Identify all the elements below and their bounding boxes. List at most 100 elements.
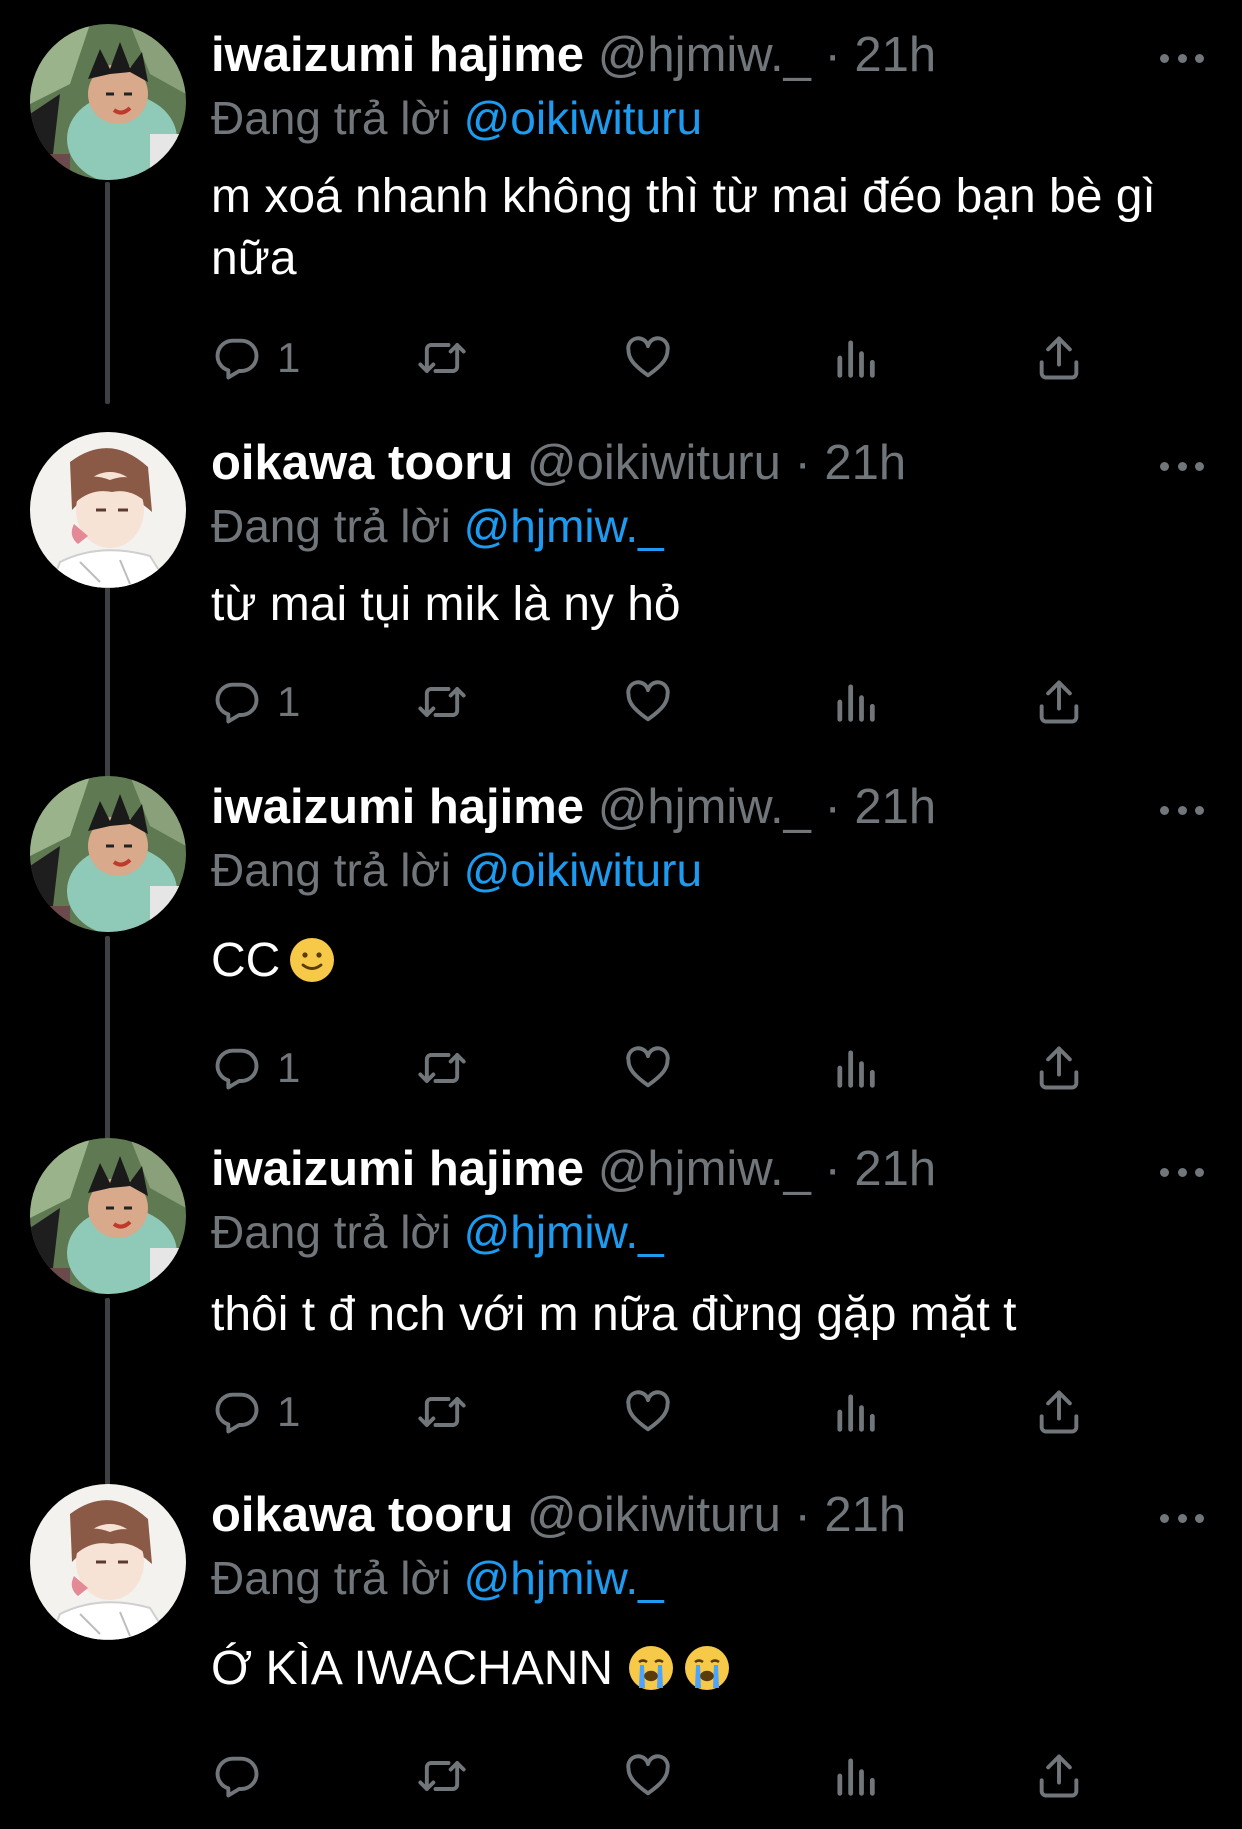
user-handle[interactable]: @hjmiw._ [598,28,811,82]
slightly-smiling-face-emoji [288,936,336,984]
replying-to-label: Đang trả lời [211,92,451,144]
more-options-icon[interactable] [1160,1508,1204,1528]
timestamp[interactable]: 21h [854,1142,936,1196]
avatar[interactable] [30,1138,186,1294]
reply-icon [211,332,263,384]
retweet-icon [416,1386,468,1438]
tweet-text: từ mai tụi mik là ny hỏ [211,578,681,631]
tweet[interactable]: iwaizumi hajime @hjmiw._ · 21h Đang trả … [0,1114,1242,1460]
timestamp[interactable]: 21h [854,28,936,82]
share-button[interactable] [1033,1038,1085,1098]
replying-to-link[interactable]: @oikiwituru [464,844,702,896]
views-button[interactable] [829,672,881,732]
more-options-icon[interactable] [1160,800,1204,820]
heart-icon [622,1750,674,1802]
retweet-icon [416,1042,468,1094]
reply-count: 1 [277,1044,301,1091]
retweet-icon [416,332,468,384]
reply-thread: iwaizumi hajime @hjmiw._ · 21h Đang trả … [0,0,1242,1829]
display-name[interactable]: iwaizumi hajime [211,1142,584,1196]
tweet-text: Ớ KÌA IWACHANN [211,1642,614,1695]
avatar[interactable] [30,24,186,180]
tweet[interactable]: iwaizumi hajime @hjmiw._ · 21h Đang trả … [0,0,1242,404]
tweet[interactable]: oikawa tooru @oikiwituru · 21h Đang trả … [0,408,1242,752]
retweet-icon [416,676,468,728]
user-handle[interactable]: @oikiwituru [527,1488,781,1542]
like-button[interactable] [622,1038,674,1098]
views-button[interactable] [829,1038,881,1098]
reply-icon [211,1386,263,1438]
views-button[interactable] [829,1382,881,1442]
like-button[interactable] [622,1746,674,1806]
user-handle[interactable]: @oikiwituru [527,436,781,490]
more-options-icon[interactable] [1160,1162,1204,1182]
retweet-button[interactable] [416,1038,468,1098]
timestamp[interactable]: 21h [854,780,936,834]
loudly-crying-face-emoji [627,1644,675,1692]
views-icon [829,1042,881,1094]
views-button[interactable] [829,328,881,388]
avatar[interactable] [30,1484,186,1640]
separator: · [794,1488,811,1542]
display-name[interactable]: oikawa tooru [211,436,513,490]
heart-icon [622,1042,674,1094]
retweet-button[interactable] [416,1382,468,1442]
tweet-text: CC [211,934,281,987]
display-name[interactable]: oikawa tooru [211,1488,513,1542]
replying-to-link[interactable]: @oikiwituru [464,92,702,144]
share-button[interactable] [1033,1382,1085,1442]
share-button[interactable] [1033,672,1085,732]
share-button[interactable] [1033,328,1085,388]
like-button[interactable] [622,672,674,732]
replying-to: Đang trả lời @hjmiw._ [211,496,664,556]
tweet-text: thôi t đ nch với m nữa đừng gặp mặt t [211,1288,1017,1341]
reply-button[interactable]: 1 [211,672,300,732]
tweet-text-container: Ớ KÌA IWACHANN [211,1638,1161,1700]
views-icon [829,1386,881,1438]
display-name[interactable]: iwaizumi hajime [211,28,584,82]
like-button[interactable] [622,328,674,388]
replying-to-label: Đang trả lời [211,1552,451,1604]
user-handle[interactable]: @hjmiw._ [598,780,811,834]
reply-count: 1 [277,1388,301,1435]
reply-count: 1 [277,678,301,725]
replying-to-link[interactable]: @hjmiw._ [464,500,664,552]
separator: · [794,436,811,490]
views-button[interactable] [829,1746,881,1806]
more-options-icon[interactable] [1160,456,1204,476]
retweet-button[interactable] [416,672,468,732]
reply-button[interactable]: 1 [211,1038,300,1098]
replying-to: Đang trả lời @hjmiw._ [211,1548,664,1608]
heart-icon [622,1386,674,1438]
replying-to-link[interactable]: @hjmiw._ [464,1552,664,1604]
tweet-actions: 1 [211,1038,1091,1098]
avatar[interactable] [30,432,186,588]
heart-icon [622,332,674,384]
reply-count: 1 [277,334,301,381]
separator: · [824,780,841,834]
tweet[interactable]: oikawa tooru @oikiwituru · 21h Đang trả … [0,1460,1242,1829]
replying-to-label: Đang trả lời [211,844,451,896]
share-icon [1033,1042,1085,1094]
replying-to-link[interactable]: @hjmiw._ [464,1206,664,1258]
timestamp[interactable]: 21h [824,436,906,490]
loudly-crying-face-emoji [683,1644,731,1692]
share-button[interactable] [1033,1746,1085,1806]
replying-to: Đang trả lời @hjmiw._ [211,1202,664,1262]
tweet-actions: 1 [211,328,1091,388]
tweet-actions [211,1746,1091,1806]
reply-button[interactable]: 1 [211,328,300,388]
reply-button[interactable]: 1 [211,1382,300,1442]
tweet[interactable]: iwaizumi hajime @hjmiw._ · 21h Đang trả … [0,752,1242,1114]
timestamp[interactable]: 21h [824,1488,906,1542]
separator: · [824,1142,841,1196]
retweet-button[interactable] [416,328,468,388]
retweet-button[interactable] [416,1746,468,1806]
display-name[interactable]: iwaizumi hajime [211,780,584,834]
avatar[interactable] [30,776,186,932]
more-options-icon[interactable] [1160,48,1204,68]
user-handle[interactable]: @hjmiw._ [598,1142,811,1196]
views-icon [829,1750,881,1802]
like-button[interactable] [622,1382,674,1442]
reply-button[interactable] [211,1746,277,1806]
